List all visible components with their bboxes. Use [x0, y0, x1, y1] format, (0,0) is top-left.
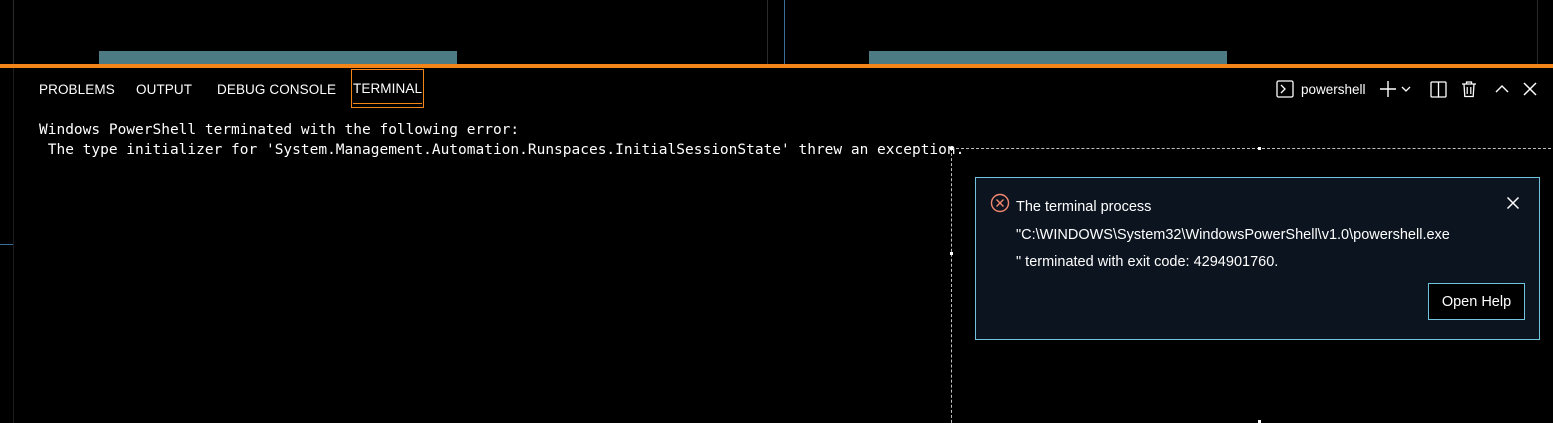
open-help-button[interactable]: Open Help — [1428, 283, 1525, 320]
notification-message: The terminal process "C:\WINDOWS\System32… — [1016, 194, 1450, 277]
editor-divider — [13, 0, 14, 64]
vscode-window: PROBLEMS OUTPUT DEBUG CONSOLE TERMINAL p… — [0, 0, 1553, 423]
chevron-up-icon — [1494, 81, 1510, 97]
split-terminal-button[interactable] — [1428, 76, 1448, 102]
horizontal-scrollbar-thumb[interactable] — [99, 51, 457, 64]
resize-handle — [1258, 147, 1261, 150]
terminal-profile-button[interactable]: powershell — [1276, 76, 1366, 102]
terminal-powershell-icon — [1276, 80, 1294, 98]
terminal-line: Windows PowerShell terminated with the f… — [39, 122, 520, 138]
resize-handle — [950, 252, 953, 255]
kill-terminal-button[interactable] — [1459, 76, 1479, 102]
terminal-output[interactable]: Windows PowerShell terminated with the f… — [39, 120, 964, 160]
trash-icon — [1461, 80, 1477, 98]
split-terminal-icon — [1429, 80, 1447, 98]
terminal-profile-label: powershell — [1301, 81, 1366, 97]
notification-line: The terminal process — [1016, 199, 1152, 215]
panel-border-tick — [0, 244, 13, 245]
editor-divider — [1537, 0, 1538, 64]
plus-icon — [1379, 80, 1397, 98]
tab-problems[interactable]: PROBLEMS — [39, 70, 115, 107]
panel-border — [13, 68, 14, 423]
tab-output[interactable]: OUTPUT — [136, 70, 192, 107]
chevron-down-icon — [1400, 83, 1412, 95]
tab-debug-console[interactable]: DEBUG CONSOLE — [217, 70, 336, 107]
editor-divider — [767, 0, 768, 64]
maximize-panel-button[interactable] — [1492, 76, 1512, 102]
editor-area — [0, 0, 1553, 65]
editor-group-sash[interactable] — [784, 0, 785, 64]
close-icon — [1523, 82, 1537, 96]
new-terminal-button[interactable] — [1378, 76, 1398, 102]
launch-profile-dropdown[interactable] — [1399, 76, 1413, 102]
error-icon — [990, 193, 1010, 213]
notification-line: "C:\WINDOWS\System32\WindowsPowerShell\v… — [1016, 226, 1450, 243]
error-notification: The terminal process "C:\WINDOWS\System32… — [975, 177, 1540, 340]
tab-terminal[interactable]: TERMINAL — [350, 69, 425, 108]
horizontal-scrollbar-thumb[interactable] — [869, 51, 1227, 64]
notification-close-button[interactable] — [1506, 196, 1522, 212]
panel-toolbar: powershell — [1270, 76, 1550, 102]
terminal-line: The type initializer for 'System.Managem… — [39, 142, 965, 158]
close-icon — [1506, 196, 1520, 214]
notification-line: " terminated with exit code: 4294901760. — [1016, 254, 1279, 270]
close-panel-button[interactable] — [1520, 76, 1540, 102]
resize-handle — [950, 147, 953, 150]
